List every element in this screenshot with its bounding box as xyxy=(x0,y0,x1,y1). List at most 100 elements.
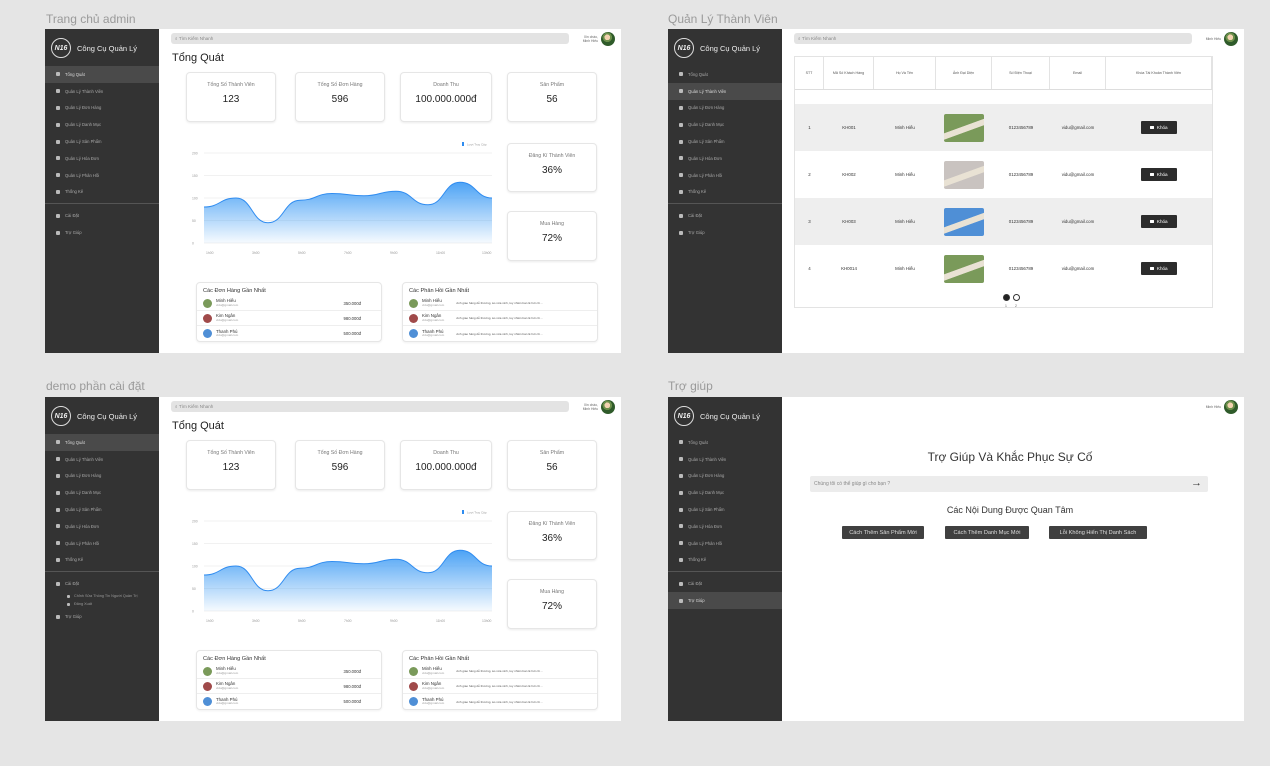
sidebar-item[interactable]: Quản Lý Đơn Hàng xyxy=(45,468,159,485)
user-menu[interactable]: Minh Hiếu xyxy=(1206,32,1238,46)
legend-swatch xyxy=(462,510,464,514)
stat-card: Mua Hàng 72% xyxy=(507,211,597,261)
sidebar-item[interactable]: Quản Lý Hóa Đơn xyxy=(45,150,159,167)
user-menu[interactable]: Minh Hiếu xyxy=(1206,400,1238,414)
logo[interactable]: N16 Công Cụ Quản Lý xyxy=(45,29,159,59)
lock-button[interactable]: Khóa xyxy=(1141,215,1177,228)
sidebar-item[interactable]: Cài Đặt xyxy=(45,207,159,224)
arrow-right-icon[interactable]: → xyxy=(1191,477,1202,489)
sidebar-item[interactable]: Quản Lý Phản Hồi xyxy=(45,535,159,552)
sidebar-subitem[interactable]: Đăng Xuất xyxy=(45,600,159,608)
column-header[interactable]: Khóa Tài Khoản Thành Viên xyxy=(1106,57,1212,89)
sidebar-item[interactable]: Quản Lý Thành Viên xyxy=(45,451,159,468)
list-item[interactable]: Kim Ngân vidu@gmail.com Anh giao hàng dễ t… xyxy=(403,679,597,694)
sidebar-item[interactable]: Thống Kê xyxy=(45,552,159,569)
logo[interactable]: N16 Công Cụ Quản Lý xyxy=(668,397,782,427)
sidebar-item[interactable]: Trợ Giúp xyxy=(45,608,159,625)
list-item[interactable]: Thanh Phú vidu@gmail.com 500.000đ xyxy=(197,694,381,709)
list-item[interactable]: Thanh Phú vidu@gmail.com 500.000đ xyxy=(197,326,381,341)
sidebar-subitem[interactable]: Chỉnh Sửa Thông Tin Người Quản Trị xyxy=(45,592,159,600)
sidebar-item[interactable]: Quản Lý Hóa Đơn xyxy=(668,150,782,167)
page-number[interactable]: 1 xyxy=(1005,304,1007,308)
table-row[interactable]: 3 KH003 Minh Hiếu 0123456789 vidu@gmail.com K… xyxy=(795,198,1212,245)
help-search-input[interactable]: Chúng tôi có thể giúp gì cho bạn ? → xyxy=(810,476,1208,492)
avatar[interactable] xyxy=(1224,32,1238,46)
sidebar-item[interactable]: Quản Lý Sản Phẩm xyxy=(45,501,159,518)
list-item[interactable]: Minh Hiếu vidu@gmail.com 350.000đ xyxy=(197,296,381,311)
stat-card: Tổng Số Đơn Hàng 596 xyxy=(295,440,385,490)
list-item[interactable]: Kim Ngân vidu@gmail.com 980.000đ xyxy=(197,679,381,694)
stat-label: Sản Phẩm xyxy=(539,82,565,88)
column-header[interactable]: Ảnh Đại Diện xyxy=(936,57,992,89)
sidebar-item[interactable]: Quản Lý Đơn Hàng xyxy=(668,468,782,485)
sidebar-item[interactable]: Quản Lý Thành Viên xyxy=(668,82,782,100)
page-number[interactable]: 2 xyxy=(1015,304,1017,308)
topic-button[interactable]: Cách Thêm Sản Phẩm Mới xyxy=(842,526,924,539)
lock-button[interactable]: Khóa xyxy=(1141,168,1177,181)
page-dot[interactable] xyxy=(1013,294,1020,301)
sidebar-item[interactable]: Tổng Quát xyxy=(45,66,159,83)
user-menu[interactable]: Xin chào, Minh Hiếu xyxy=(583,400,615,414)
sidebar-item[interactable]: Quản Lý Thành Viên xyxy=(45,83,159,100)
sidebar-item[interactable]: Tổng Quát xyxy=(668,66,782,83)
sidebar-item[interactable]: Thống Kê xyxy=(668,552,782,569)
topic-button[interactable]: Cách Thêm Danh Mục Mới xyxy=(945,526,1029,539)
sidebar-item-label: Tổng Quát xyxy=(688,439,708,445)
sidebar-item[interactable]: Quản Lý Phản Hồi xyxy=(668,535,782,552)
customer-email: vidu@gmail.com xyxy=(216,333,239,338)
avatar[interactable] xyxy=(601,400,615,414)
sidebar-item[interactable]: Cài Đặt xyxy=(668,207,782,224)
sidebar-item[interactable]: Quản Lý Hóa Đơn xyxy=(45,518,159,535)
table-row[interactable]: 1 KH001 Minh Hiếu 0123456789 vidu@gmail.com K… xyxy=(795,104,1212,151)
sidebar-item[interactable]: Quản Lý Danh Mục xyxy=(45,116,159,133)
column-header[interactable]: Số Điện Thoại xyxy=(992,57,1050,89)
sidebar-item[interactable]: Quản Lý Thành Viên xyxy=(668,451,782,468)
sidebar-item[interactable]: Quản Lý Danh Mục xyxy=(668,484,782,501)
logo[interactable]: N16 Công Cụ Quản Lý xyxy=(668,29,782,59)
column-header[interactable]: Email xyxy=(1050,57,1106,89)
column-header[interactable]: Mã Số Khách Hàng xyxy=(824,57,874,89)
search-input[interactable]: ⌕ Tìm Kiếm Nhanh xyxy=(171,401,569,412)
list-item[interactable]: Kim Ngân vidu@gmail.com Anh giao hàng dễ t… xyxy=(403,311,597,326)
sidebar-item[interactable]: Cài Đặt xyxy=(45,575,159,592)
sidebar-item[interactable]: Tổng Quát xyxy=(668,434,782,451)
avatar[interactable] xyxy=(1224,400,1238,414)
list-item[interactable]: Minh Hiếu vidu@gmail.com Anh giao hàng dễ … xyxy=(403,296,597,311)
sidebar-item[interactable]: Thống Kê xyxy=(668,184,782,201)
table-row[interactable]: 2 KH002 Minh Hiếu 0123456789 vidu@gmail.com K… xyxy=(795,151,1212,198)
sidebar-item[interactable]: Quản Lý Sản Phẩm xyxy=(668,501,782,518)
list-item[interactable]: Minh Hiếu vidu@gmail.com 350.000đ xyxy=(197,664,381,679)
sidebar-item[interactable]: Quản Lý Đơn Hàng xyxy=(668,100,782,117)
list-item[interactable]: Thanh Phú vidu@gmail.com Anh giao hàng dễ … xyxy=(403,694,597,709)
table-row[interactable]: 4 KH0014 Minh Hiếu 0123456789 vidu@gmail.com… xyxy=(795,245,1212,292)
logo[interactable]: N16 Công Cụ Quản Lý xyxy=(45,397,159,427)
sidebar-item[interactable]: Tổng Quát xyxy=(45,434,159,451)
sidebar-item[interactable]: Quản Lý Phản Hồi xyxy=(668,167,782,184)
sidebar-item[interactable]: Cài Đặt xyxy=(668,575,782,592)
sidebar-item[interactable]: Thống Kê xyxy=(45,184,159,201)
sidebar-item[interactable]: Quản Lý Phản Hồi xyxy=(45,167,159,184)
list-item[interactable]: Minh Hiếu vidu@gmail.com Anh giao hàng dễ … xyxy=(403,664,597,679)
sidebar-item[interactable]: Quản Lý Danh Mục xyxy=(45,484,159,501)
search-input[interactable]: ⌕ Tìm Kiếm Nhanh xyxy=(171,33,569,44)
page-dot-active[interactable] xyxy=(1003,294,1010,301)
list-item[interactable]: Kim Ngân vidu@gmail.com 980.000đ xyxy=(197,311,381,326)
sidebar-item[interactable]: Quản Lý Đơn Hàng xyxy=(45,100,159,117)
sidebar-item[interactable]: Quản Lý Hóa Đơn xyxy=(668,518,782,535)
search-input[interactable]: ⌕ Tìm Kiếm Nhanh xyxy=(794,33,1192,44)
lock-button[interactable]: Khóa xyxy=(1141,262,1177,275)
user-menu[interactable]: Xin chào, Minh Hiếu xyxy=(583,32,615,46)
list-item[interactable]: Thanh Phú vidu@gmail.com Anh giao hàng dễ … xyxy=(403,326,597,341)
sidebar-nav: Tổng Quát Quản Lý Thành Viên Quản Lý Đơn H… xyxy=(668,66,782,241)
column-header[interactable]: Họ Và Tên xyxy=(874,57,936,89)
sidebar-item[interactable]: Trợ Giúp xyxy=(45,224,159,241)
sidebar-item[interactable]: Quản Lý Danh Mục xyxy=(668,116,782,133)
column-header[interactable]: STT xyxy=(795,57,824,89)
lock-button[interactable]: Khóa xyxy=(1141,121,1177,134)
sidebar-item[interactable]: Quản Lý Sản Phẩm xyxy=(668,133,782,150)
sidebar-item[interactable]: Trợ Giúp xyxy=(668,592,782,609)
avatar[interactable] xyxy=(601,32,615,46)
topic-button[interactable]: Lỗi Không Hiển Thị Danh Sách xyxy=(1049,526,1147,539)
sidebar-item[interactable]: Trợ Giúp xyxy=(668,224,782,241)
sidebar-item[interactable]: Quản Lý Sản Phẩm xyxy=(45,133,159,150)
